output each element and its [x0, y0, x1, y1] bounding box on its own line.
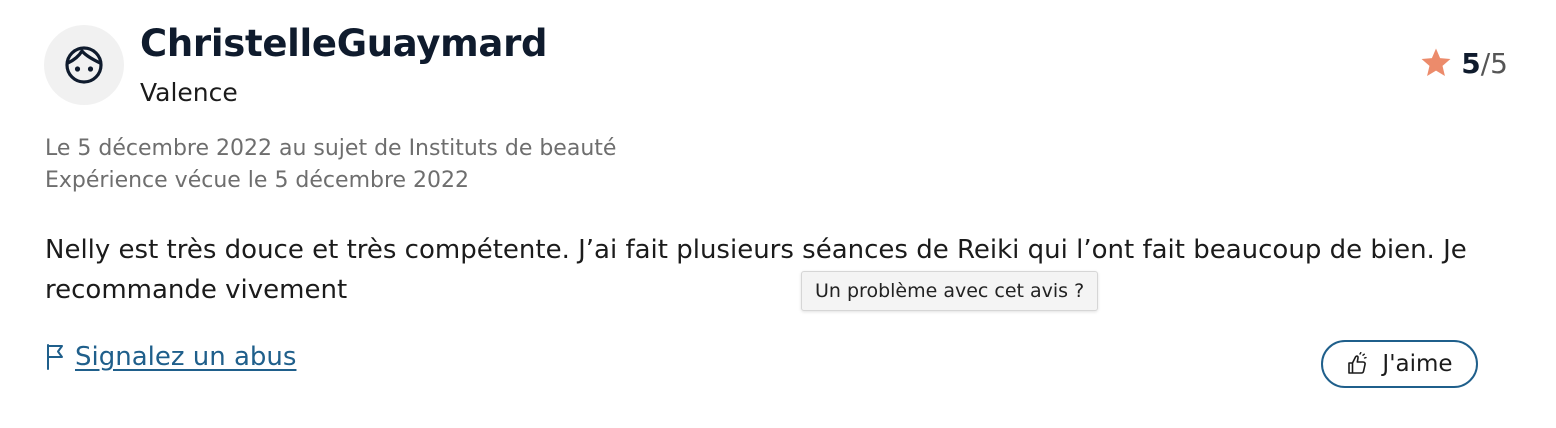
- flag-icon: [47, 344, 63, 370]
- rating-score: 5: [1461, 46, 1481, 80]
- author-name: ChristelleGuaymard: [140, 22, 548, 65]
- avatar: [44, 25, 124, 105]
- rating: 5/5: [1419, 46, 1508, 80]
- face-icon: [65, 46, 103, 84]
- experience-date: Expérience vécue le 5 décembre 2022: [45, 168, 470, 193]
- author-city: Valence: [140, 78, 238, 107]
- rating-separator: /: [1480, 46, 1491, 80]
- report-abuse-link[interactable]: Signalez un abus: [45, 342, 296, 372]
- star-icon: [1421, 48, 1451, 77]
- review-body: Nelly est très douce et très compétente.…: [45, 235, 1467, 305]
- like-label[interactable]: J'aime: [1382, 351, 1452, 377]
- report-abuse-label[interactable]: Signalez un abus: [75, 342, 296, 372]
- review-date-topic: Le 5 décembre 2022 au sujet de Instituts…: [45, 136, 617, 161]
- like-button[interactable]: J'aime: [1321, 340, 1478, 388]
- report-tooltip: Un problème avec cet avis ?: [801, 271, 1099, 311]
- rating-max: 5: [1490, 46, 1508, 80]
- thumbs-up-icon: [1348, 352, 1368, 374]
